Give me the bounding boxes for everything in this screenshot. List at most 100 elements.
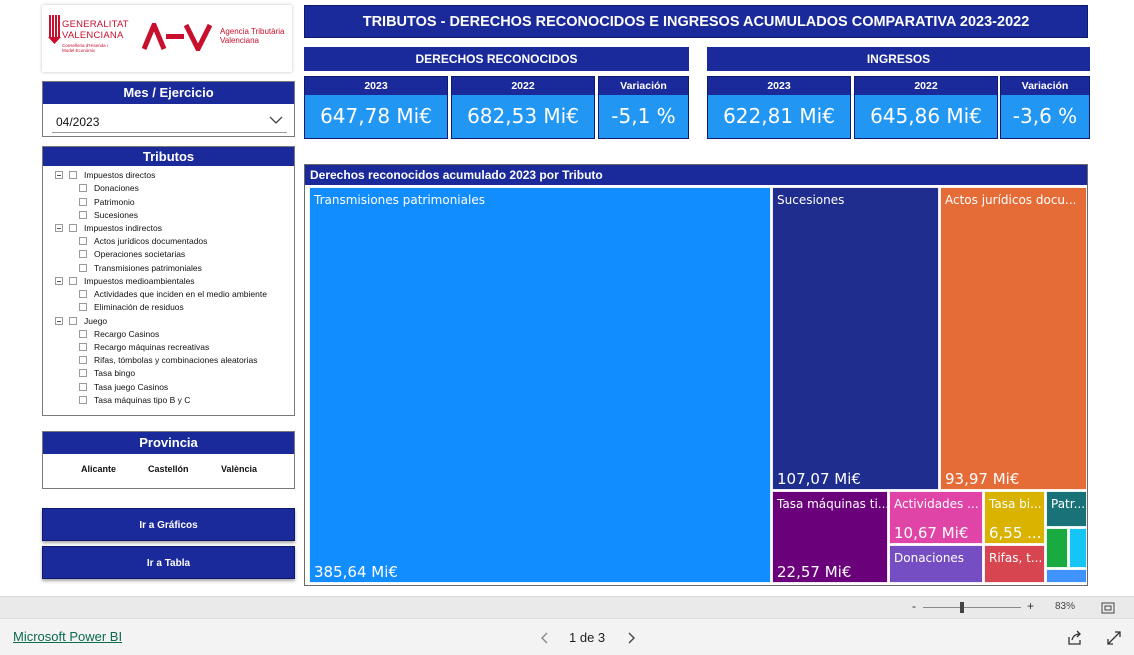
tree-item[interactable]: Rifas, tómbolas y combinaciones aleatori…: [79, 354, 257, 367]
checkbox[interactable]: [79, 290, 87, 298]
share-icon[interactable]: [1067, 630, 1083, 646]
tree-item-label: Operaciones societarias: [94, 249, 186, 259]
tree-item-label: Donaciones: [94, 183, 139, 193]
fit-to-page-icon[interactable]: [1101, 602, 1115, 614]
checkbox[interactable]: [79, 330, 87, 338]
tree-item[interactable]: Actos jurídicos documentados: [79, 235, 207, 248]
tree-item[interactable]: Tasa juego Casinos: [79, 381, 168, 394]
zoom-in-button[interactable]: +: [1027, 599, 1034, 613]
tree-item-label: Transmisiones patrimoniales: [94, 263, 202, 273]
tree-item-label: Actividades que inciden en el medio ambi…: [94, 289, 267, 299]
kpi-ingresos-variacion: Variación -3,6 %: [1000, 76, 1090, 139]
provincia-option-alicante[interactable]: Alicante: [81, 464, 116, 474]
powerbi-brand-link[interactable]: Microsoft Power BI: [13, 629, 122, 644]
tree-item[interactable]: Tasa máquinas tipo B y C: [79, 394, 190, 407]
checkbox[interactable]: [79, 264, 87, 272]
tree-item[interactable]: Transmisiones patrimoniales: [79, 262, 202, 275]
tree-item[interactable]: Eliminación de residuos: [79, 301, 184, 314]
treemap-cell-value: 93,97 Mi€: [945, 470, 1020, 488]
treemap-cell-small-green[interactable]: [1046, 528, 1068, 568]
checkbox[interactable]: [69, 317, 77, 325]
zoom-slider-track[interactable]: [923, 607, 1021, 608]
provincia-option-valencia[interactable]: València: [221, 464, 257, 474]
tree-item-label: Patrimonio: [94, 197, 135, 207]
checkbox[interactable]: [69, 277, 77, 285]
treemap-cell-tasa-bingo[interactable]: Tasa bi... 6,55 ...: [984, 491, 1045, 544]
checkbox[interactable]: [79, 237, 87, 245]
treemap-cell-rifas[interactable]: Rifas, t...: [984, 545, 1045, 583]
kpi-value: 622,81 Mi€: [708, 95, 850, 138]
checkbox[interactable]: [69, 224, 77, 232]
provincia-option-castellon[interactable]: Castellón: [148, 464, 189, 474]
page-indicator: 1 de 3: [569, 630, 606, 645]
generalitat-line2: VALENCIANA: [62, 30, 124, 41]
tree-item[interactable]: Donaciones: [79, 182, 139, 195]
treemap-cell-actos-juridicos[interactable]: Actos jurídicos docu... 93,97 Mi€: [940, 187, 1087, 490]
checkbox[interactable]: [69, 171, 77, 179]
zoom-slider-handle[interactable]: [960, 602, 964, 613]
treemap-cell-small-cyan[interactable]: [1069, 528, 1087, 568]
tree-item[interactable]: Operaciones societarias: [79, 248, 185, 261]
page-navigator: 1 de 3: [540, 628, 640, 648]
tree-item[interactable]: Tasa bingo: [79, 367, 135, 380]
checkbox[interactable]: [79, 396, 87, 404]
tree-item-label: Tasa bingo: [94, 368, 136, 378]
treemap-cell-tasa-maquinas[interactable]: Tasa máquinas ti... 22,57 Mi€: [772, 491, 888, 583]
kpi-label: 2022: [452, 77, 594, 95]
logo-banner: GENERALITAT VALENCIANA Conselleria d'His…: [42, 5, 292, 72]
chevron-left-icon[interactable]: [540, 632, 550, 644]
checkbox[interactable]: [79, 211, 87, 219]
kpi-derechos-2022: 2022 682,53 Mi€: [451, 76, 595, 139]
treemap-cell-label: Transmisiones patrimoniales: [314, 193, 485, 207]
collapse-icon[interactable]: [55, 171, 63, 179]
treemap-cell-small-blue[interactable]: [1046, 569, 1087, 583]
tree-item[interactable]: Sucesiones: [79, 209, 138, 222]
treemap-cell-label: Patr...: [1051, 497, 1086, 511]
tree-group-impuestos-indirectos[interactable]: Impuestos indirectos: [55, 222, 162, 235]
mes-ejercicio-dropdown[interactable]: 04/2023: [52, 109, 287, 133]
zoom-out-button[interactable]: -: [912, 599, 916, 613]
kpi-derechos-2023: 2023 647,78 Mi€: [304, 76, 448, 139]
checkbox[interactable]: [79, 383, 87, 391]
ir-a-graficos-button[interactable]: Ir a Gráficos: [42, 508, 295, 541]
tree-group-impuestos-medioambientales[interactable]: Impuestos medioambientales: [55, 275, 195, 288]
tree-item[interactable]: Actividades que inciden en el medio ambi…: [79, 288, 267, 301]
treemap-cell-patrimonio[interactable]: Patr...: [1046, 491, 1087, 527]
collapse-icon[interactable]: [55, 317, 63, 325]
tree-group-impuestos-directos[interactable]: Impuestos directos: [55, 169, 155, 182]
checkbox[interactable]: [79, 250, 87, 258]
collapse-icon[interactable]: [55, 224, 63, 232]
agency-line1: Agencia Tributària: [220, 27, 285, 36]
tree-group-label: Impuestos indirectos: [84, 223, 162, 233]
kpi-value: -5,1 %: [599, 95, 688, 138]
checkbox[interactable]: [79, 369, 87, 377]
treemap-cell-value: 10,67 Mi€: [894, 524, 969, 542]
checkbox[interactable]: [79, 303, 87, 311]
tree-group-label: Impuestos directos: [84, 170, 156, 180]
treemap-cell-transmisiones[interactable]: Transmisiones patrimoniales 385,64 Mi€: [309, 187, 771, 583]
tree-item[interactable]: Recargo máquinas recreativas: [79, 341, 209, 354]
tree-item-label: Recargo máquinas recreativas: [94, 342, 210, 352]
mes-ejercicio-header: Mes / Ejercicio: [43, 82, 294, 104]
checkbox[interactable]: [79, 356, 87, 364]
checkbox[interactable]: [79, 343, 87, 351]
tree-item-label: Sucesiones: [94, 210, 138, 220]
tree-item[interactable]: Recargo Casinos: [79, 328, 159, 341]
checkbox[interactable]: [79, 198, 87, 206]
ingresos-header: INGRESOS: [707, 47, 1090, 71]
checkbox[interactable]: [79, 184, 87, 192]
agency-name: Agencia Tributària Valenciana: [220, 27, 284, 45]
tree-item[interactable]: Patrimonio: [79, 196, 135, 209]
chevron-right-icon[interactable]: [626, 632, 636, 644]
collapse-icon[interactable]: [55, 277, 63, 285]
treemap-cell-donaciones[interactable]: Donaciones: [889, 545, 983, 583]
treemap-cell-label: Actividades ...: [894, 497, 979, 511]
fullscreen-icon[interactable]: [1106, 630, 1122, 646]
treemap-cell-actividades[interactable]: Actividades ... 10,67 Mi€: [889, 491, 983, 544]
tree-item-label: Rifas, tómbolas y combinaciones aleatori…: [94, 355, 258, 365]
tree-group-juego[interactable]: Juego: [55, 315, 107, 328]
ir-a-tabla-button[interactable]: Ir a Tabla: [42, 546, 295, 579]
tributos-header: Tributos: [43, 147, 294, 166]
treemap-cell-sucesiones[interactable]: Sucesiones 107,07 Mi€: [772, 187, 939, 490]
treemap-area: Transmisiones patrimoniales 385,64 Mi€ S…: [309, 187, 1087, 583]
